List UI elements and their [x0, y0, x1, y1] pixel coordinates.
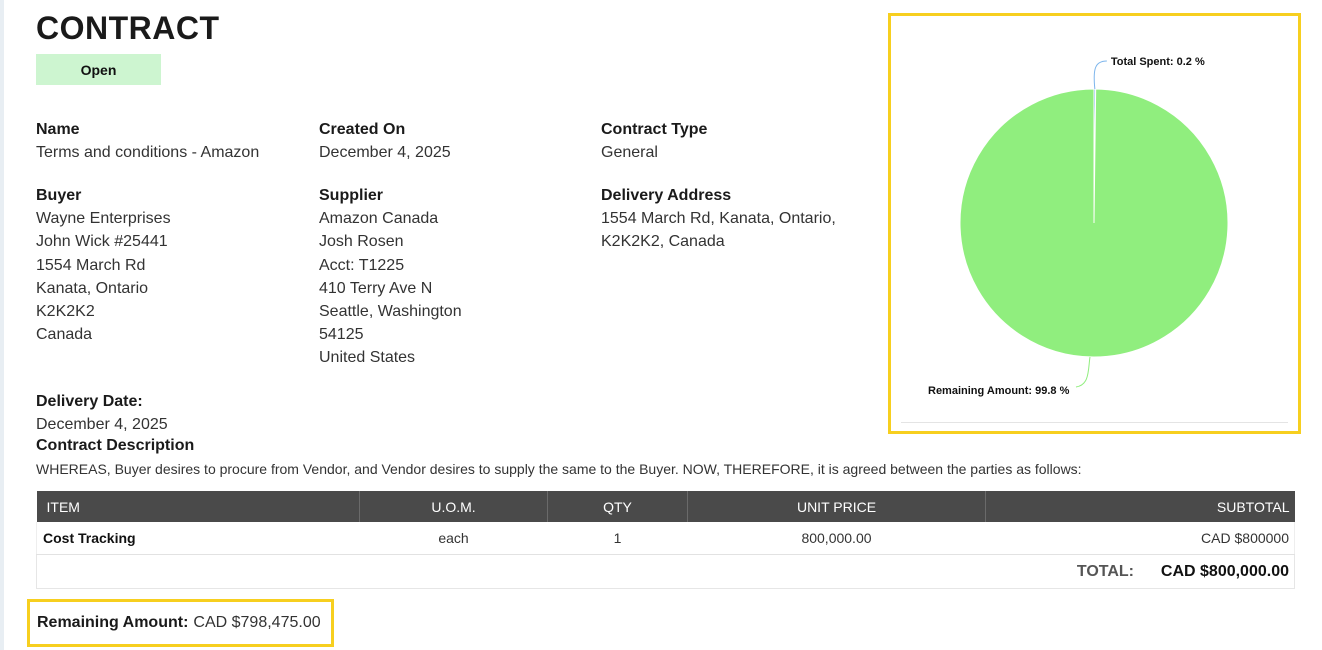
page-title: CONTRACT — [36, 10, 220, 46]
pie-slice-remaining-amount — [959, 88, 1229, 358]
cell-item: Cost Tracking — [36, 522, 360, 555]
status-badge: Open — [36, 54, 161, 85]
field-delivery-date-label: Delivery Date: — [36, 393, 143, 410]
supplier-line: United States — [319, 349, 416, 367]
remaining-amount-box: Remaining Amount: CAD $798,475.00 — [27, 599, 334, 647]
field-created-on-value: December 4, 2025 — [319, 144, 451, 162]
chart-baseline — [901, 422, 1288, 423]
col-header-unit-price: UNIT PRICE — [687, 491, 986, 522]
supplier-line: 54125 — [319, 326, 364, 344]
col-header-uom: U.O.M. — [359, 491, 548, 522]
cell-qty: 1 — [547, 522, 688, 555]
connector-total-spent — [1093, 60, 1107, 90]
cell-unit-price: 800,000.00 — [687, 522, 986, 555]
field-supplier: Supplier Amazon Canada Josh Rosen Acct: … — [319, 184, 462, 370]
table-row: Cost Tracking each 1 800,000.00 CAD $800… — [36, 522, 1295, 555]
field-contract-type-label: Contract Type — [601, 121, 708, 138]
delivery-address-line: K2K2K2, Canada — [601, 233, 725, 251]
buyer-line: Kanata, Ontario — [36, 279, 149, 297]
data-label-remaining-amount: Remaining Amount: 99.8 % — [928, 385, 1070, 397]
cell-uom: each — [359, 522, 548, 555]
buyer-line: Canada — [36, 326, 93, 344]
supplier-line: 410 Terry Ave N — [319, 279, 433, 297]
supplier-line: Amazon Canada — [319, 210, 439, 228]
total-label: TOTAL: — [1076, 563, 1134, 580]
delivery-address-line: 1554 March Rd, Kanata, Ontario, — [601, 210, 836, 228]
items-table-header: ITEM U.O.M. QTY UNIT PRICE SUBTOTAL — [36, 491, 1295, 522]
col-header-item: ITEM — [36, 491, 360, 522]
field-supplier-label: Supplier — [319, 187, 384, 204]
contract-description-label: Contract Description — [36, 437, 195, 454]
buyer-line: John Wick #25441 — [36, 233, 168, 251]
supplier-line: Josh Rosen — [319, 233, 404, 251]
field-created-on-label: Created On — [319, 121, 406, 138]
supplier-line: Seattle, Washington — [319, 303, 462, 321]
connector-remaining-amount — [1075, 356, 1091, 388]
supplier-line: Acct: T1225 — [319, 256, 405, 274]
field-delivery-address: Delivery Address 1554 March Rd, Kanata, … — [601, 184, 836, 254]
field-delivery-date: Delivery Date: December 4, 2025 — [36, 390, 168, 436]
buyer-line: K2K2K2 — [36, 303, 95, 321]
remaining-amount-label: Remaining Amount: — [37, 614, 189, 631]
items-table: ITEM U.O.M. QTY UNIT PRICE SUBTOTAL Cost… — [36, 491, 1295, 555]
field-delivery-address-label: Delivery Address — [601, 187, 732, 204]
field-buyer: Buyer Wayne Enterprises John Wick #25441… — [36, 184, 171, 346]
field-created-on: Created On December 4, 2025 — [319, 118, 451, 164]
field-contract-type-value: General — [601, 144, 658, 162]
total-value: CAD $800,000.00 — [1160, 563, 1289, 580]
field-contract-type: Contract Type General — [601, 118, 707, 164]
col-header-subtotal: SUBTOTAL — [985, 491, 1295, 522]
pie-chart-svg: Total Spent: 0.2 % Remaining Amount: 99.… — [928, 56, 1229, 397]
field-name-label: Name — [36, 121, 80, 138]
remaining-amount-value: CAD $798,475.00 — [193, 614, 321, 631]
data-label-total-spent: Total Spent: 0.2 % — [1111, 56, 1205, 68]
field-name-value: Terms and conditions - Amazon — [36, 144, 260, 162]
total-row: TOTAL: CAD $800,000.00 — [36, 555, 1295, 589]
cell-subtotal: CAD $800000 — [985, 522, 1295, 555]
spend-pie-chart: Total Spent: 0.2 % Remaining Amount: 99.… — [888, 13, 1301, 434]
field-buyer-label: Buyer — [36, 187, 82, 204]
field-name: Name Terms and conditions - Amazon — [36, 118, 259, 164]
left-edge-rule — [0, 0, 4, 650]
col-header-qty: QTY — [547, 491, 688, 522]
contract-description-text: WHEREAS, Buyer desires to procure from V… — [36, 461, 1082, 477]
field-delivery-date-value: December 4, 2025 — [36, 416, 168, 434]
buyer-line: 1554 March Rd — [36, 256, 146, 274]
buyer-line: Wayne Enterprises — [36, 210, 171, 228]
